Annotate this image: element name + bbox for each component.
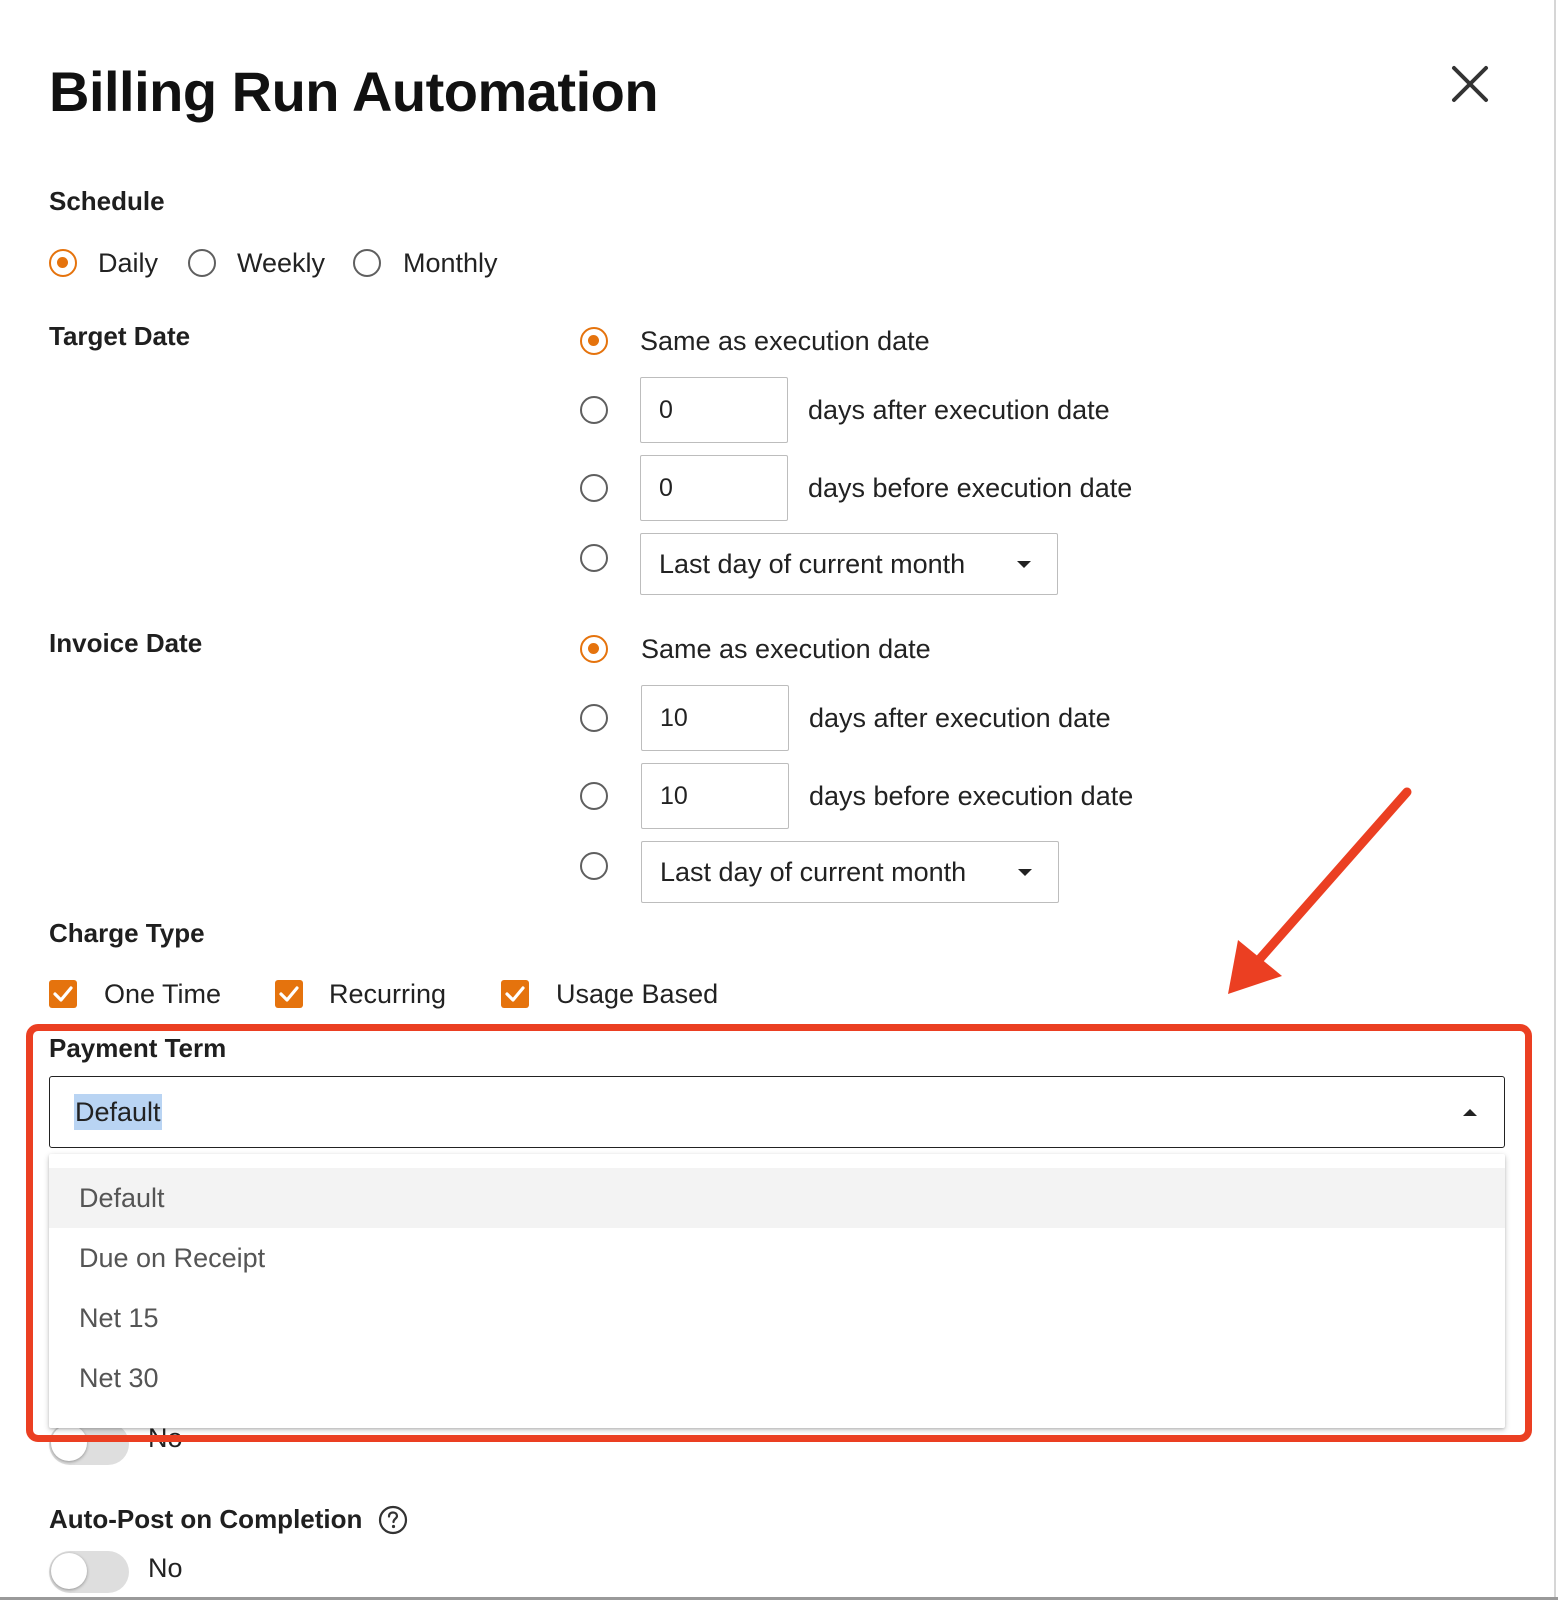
dialog-title: Billing Run Automation: [49, 60, 659, 123]
help-circle-icon[interactable]: [378, 1505, 408, 1535]
payment-term-menu: Default Due on Receipt Net 15 Net 30: [49, 1154, 1505, 1428]
chevron-down-icon: [1017, 561, 1031, 568]
invoice-date-radio-last-day[interactable]: [580, 852, 608, 880]
schedule-label: Schedule: [49, 186, 165, 216]
checkmark-icon: [53, 986, 73, 1002]
invoice-date-after-label: days after execution date: [809, 703, 1111, 733]
payment-term-option-net-15[interactable]: Net 15: [49, 1288, 1505, 1348]
payment-term-label: Payment Term: [49, 1033, 227, 1063]
window-edge: [1554, 0, 1556, 1600]
chevron-up-icon: [1463, 1109, 1477, 1116]
auto-post-label: Auto-Post on Completion: [49, 1504, 363, 1534]
invoice-date-radio-same[interactable]: [580, 635, 608, 663]
toggle-knob: [51, 1425, 87, 1461]
target-date-same-label: Same as execution date: [640, 326, 930, 356]
payment-term-value: Default: [74, 1094, 162, 1130]
schedule-option-label: Daily: [98, 248, 159, 278]
payment-term-select[interactable]: Default: [49, 1076, 1505, 1148]
charge-type-checkbox-recurring[interactable]: [275, 980, 303, 1008]
payment-term-option-net-30[interactable]: Net 30: [49, 1348, 1505, 1408]
target-date-radio-last-day[interactable]: [580, 544, 608, 572]
charge-type-option-label: Usage Based: [556, 979, 719, 1009]
invoice-date-select[interactable]: Last day of current month: [641, 841, 1059, 903]
target-date-after-label: days after execution date: [808, 395, 1110, 425]
invoice-date-radio-after[interactable]: [580, 704, 608, 732]
target-date-label: Target Date: [49, 321, 191, 351]
target-date-before-label: days before execution date: [808, 473, 1133, 503]
toggle-knob: [51, 1553, 87, 1589]
target-date-radio-before[interactable]: [580, 474, 608, 502]
target-date-radio-same[interactable]: [580, 327, 608, 355]
auto-post-toggle-label: No: [148, 1553, 183, 1583]
target-date-after-input[interactable]: 0: [640, 377, 788, 443]
charge-type-option-label: One Time: [104, 979, 222, 1009]
checkmark-icon: [279, 986, 299, 1002]
charge-type-label: Charge Type: [49, 918, 205, 948]
charge-type-checkbox-one-time[interactable]: [49, 980, 77, 1008]
target-date-select-value: Last day of current month: [659, 549, 966, 579]
target-date-select[interactable]: Last day of current month: [640, 533, 1058, 595]
schedule-radio-daily[interactable]: [49, 249, 77, 277]
invoice-date-select-value: Last day of current month: [660, 857, 967, 887]
close-icon: [1452, 66, 1488, 102]
close-button[interactable]: [1448, 62, 1492, 106]
invoice-date-radio-before[interactable]: [580, 782, 608, 810]
invoice-date-before-input[interactable]: 10: [641, 763, 789, 829]
schedule-option-label: Monthly: [403, 248, 498, 278]
schedule-option-label: Weekly: [237, 248, 326, 278]
charge-type-checkbox-usage-based[interactable]: [501, 980, 529, 1008]
schedule-radio-weekly[interactable]: [188, 249, 216, 277]
invoice-date-same-label: Same as execution date: [641, 634, 931, 664]
checkmark-icon: [505, 986, 525, 1002]
target-date-before-input[interactable]: 0: [640, 455, 788, 521]
auto-post-toggle[interactable]: [49, 1551, 129, 1593]
invoice-date-after-input[interactable]: 10: [641, 685, 789, 751]
hidden-toggle[interactable]: [49, 1423, 129, 1465]
invoice-date-before-label: days before execution date: [809, 781, 1134, 811]
schedule-radio-monthly[interactable]: [353, 249, 381, 277]
charge-type-option-label: Recurring: [329, 979, 447, 1009]
target-date-radio-after[interactable]: [580, 396, 608, 424]
invoice-date-label: Invoice Date: [49, 628, 203, 658]
annotation-arrow-icon: [1228, 787, 1412, 994]
payment-term-option-default[interactable]: Default: [49, 1168, 1505, 1228]
payment-term-option-due-on-receipt[interactable]: Due on Receipt: [49, 1228, 1505, 1288]
chevron-down-icon: [1018, 869, 1032, 876]
